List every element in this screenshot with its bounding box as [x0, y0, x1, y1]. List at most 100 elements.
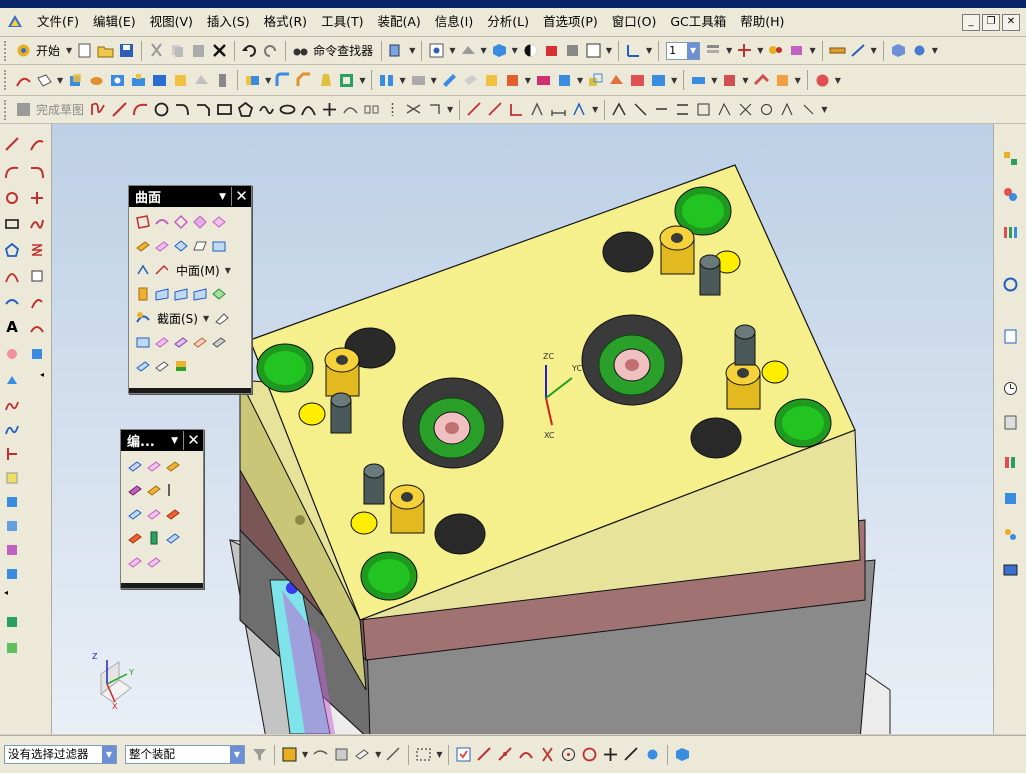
datum-plane-icon[interactable] — [36, 72, 53, 89]
pattern-dropdown-icon[interactable]: ▼ — [399, 76, 405, 85]
copy-icon[interactable] — [169, 42, 186, 59]
reuse-library-icon[interactable] — [1002, 490, 1019, 507]
project-curve-icon[interactable] — [4, 372, 20, 388]
extract-dropdown-icon[interactable]: ▼ — [525, 76, 531, 85]
measure-dropdown-icon[interactable]: ▼ — [871, 46, 877, 55]
combo-arrow-icon[interactable]: ▼ — [102, 746, 116, 763]
sheet-metal-icon[interactable] — [753, 72, 770, 89]
arc-icon[interactable] — [132, 101, 149, 118]
styled-blend-icon[interactable] — [173, 286, 189, 302]
component-dropdown-icon[interactable]: ▼ — [809, 46, 815, 55]
quick-trim-icon[interactable] — [466, 101, 483, 118]
arc-center-snap-icon[interactable] — [560, 746, 577, 763]
constraint-dropdown-icon[interactable]: ▼ — [592, 105, 598, 114]
palette-header[interactable]: 曲面 ▼ ✕ — [129, 186, 251, 207]
circle-icon[interactable] — [153, 101, 170, 118]
draft-icon[interactable] — [317, 72, 334, 89]
silhouette-flange-icon[interactable] — [211, 286, 227, 302]
display-icon[interactable] — [1002, 562, 1019, 579]
text-icon[interactable]: A — [4, 319, 20, 335]
project-curve-icon[interactable] — [426, 101, 443, 118]
section-curve-icon[interactable] — [4, 470, 20, 486]
menu-window[interactable]: 窗口(O) — [605, 8, 664, 36]
hidden-edge-icon[interactable] — [564, 42, 581, 59]
view-cube-icon[interactable] — [491, 42, 508, 59]
point-icon[interactable] — [321, 101, 338, 118]
studio-surface-icon[interactable] — [192, 214, 208, 230]
filter-reset-icon[interactable] — [251, 746, 268, 763]
change-edge-icon[interactable] — [165, 482, 181, 498]
palette-header[interactable]: 编... ▼ ✕ — [121, 430, 203, 451]
chamfer-icon[interactable] — [296, 72, 313, 89]
scale-body-icon[interactable] — [587, 72, 604, 89]
extract-curve-icon[interactable] — [4, 494, 20, 510]
redo-icon[interactable] — [262, 42, 279, 59]
mid-surface-button[interactable]: 中面(M) — [176, 262, 220, 279]
palette-close-icon[interactable]: ✕ — [183, 431, 203, 450]
layer-dropdown-icon[interactable]: ▼ — [726, 46, 732, 55]
new-file-icon[interactable] — [76, 42, 93, 59]
palette-manager-icon[interactable] — [1002, 526, 1019, 543]
combined-curve-icon[interactable] — [4, 398, 20, 414]
curve-join-icon[interactable] — [4, 294, 20, 310]
sketch-settings-icon[interactable] — [695, 101, 712, 118]
view-dropdown-icon[interactable]: ▼ — [512, 46, 518, 55]
smooth-poles-icon[interactable] — [146, 530, 162, 546]
more-tools-chevron-icon[interactable]: ◂ — [40, 370, 44, 379]
work-layer-combo[interactable]: 1 ▼ — [666, 41, 701, 60]
existing-point-snap-icon[interactable] — [602, 746, 619, 763]
toolbar-grip[interactable] — [4, 70, 9, 90]
menu-view[interactable]: 视图(V) — [143, 8, 200, 36]
minimize-button[interactable]: _ — [962, 13, 980, 31]
delete-icon[interactable] — [211, 42, 228, 59]
replace-face-icon[interactable] — [483, 72, 500, 89]
make-corner-icon[interactable] — [508, 101, 525, 118]
fillet-icon[interactable] — [174, 101, 191, 118]
offset-face-icon[interactable] — [462, 72, 479, 89]
flange-icon[interactable] — [774, 72, 791, 89]
face-select-icon[interactable] — [354, 746, 371, 763]
hole-icon[interactable] — [109, 72, 126, 89]
rectangle-dropdown-icon[interactable]: ▼ — [436, 750, 442, 759]
close-button[interactable]: ✕ — [1002, 13, 1020, 31]
selection-scope-combo[interactable]: 整个装配 ▼ — [125, 745, 245, 764]
point-set-icon[interactable] — [29, 190, 45, 206]
shell-icon[interactable] — [338, 72, 355, 89]
edge-select-icon[interactable] — [385, 746, 402, 763]
x-form-icon[interactable] — [127, 458, 143, 474]
feature-curve-icon[interactable] — [312, 746, 329, 763]
n-sided-surface-icon[interactable] — [154, 238, 170, 254]
menu-file[interactable]: 文件(F) — [30, 8, 86, 36]
nav-dropdown-icon[interactable]: ▼ — [932, 46, 938, 55]
toolbar-grip[interactable] — [4, 40, 9, 61]
refit-face-icon[interactable] — [165, 530, 181, 546]
rib-icon[interactable] — [721, 72, 738, 89]
delay-evaluation-icon[interactable] — [737, 101, 754, 118]
law-extension-icon[interactable] — [192, 334, 208, 350]
line-icon[interactable] — [4, 136, 20, 152]
end-point-snap-icon[interactable] — [476, 746, 493, 763]
quick-extend-icon[interactable] — [487, 101, 504, 118]
constraint-navigator-icon[interactable] — [1002, 186, 1019, 203]
measure-icon[interactable] — [850, 42, 867, 59]
auto-constraint-icon[interactable] — [571, 101, 588, 118]
palette-close-icon[interactable]: ✕ — [231, 187, 251, 206]
menu-help[interactable]: 帮助(H) — [733, 8, 791, 36]
internet-explorer-icon[interactable] — [1002, 276, 1019, 293]
menu-edit[interactable]: 编辑(E) — [86, 8, 143, 36]
patch-icon[interactable] — [556, 72, 573, 89]
i-form-icon[interactable] — [146, 458, 162, 474]
undo-icon[interactable] — [241, 42, 258, 59]
thicken-icon[interactable] — [154, 334, 170, 350]
emboss-icon[interactable] — [193, 72, 210, 89]
edit-surface-icon[interactable] — [146, 554, 162, 570]
tube-dropdown-icon[interactable]: ▼ — [711, 76, 717, 85]
fillet-curve-icon[interactable] — [29, 164, 45, 180]
selection-dropdown-icon[interactable]: ▼ — [302, 750, 308, 759]
sweep-along-guide-icon[interactable] — [154, 358, 170, 374]
silhouette-curve-icon[interactable] — [4, 518, 20, 534]
circle-point-icon[interactable] — [4, 190, 20, 206]
restore-button[interactable]: ❐ — [982, 13, 1000, 31]
datum-dropdown-icon[interactable]: ▼ — [57, 76, 63, 85]
face-dropdown-icon[interactable]: ▼ — [375, 750, 381, 759]
